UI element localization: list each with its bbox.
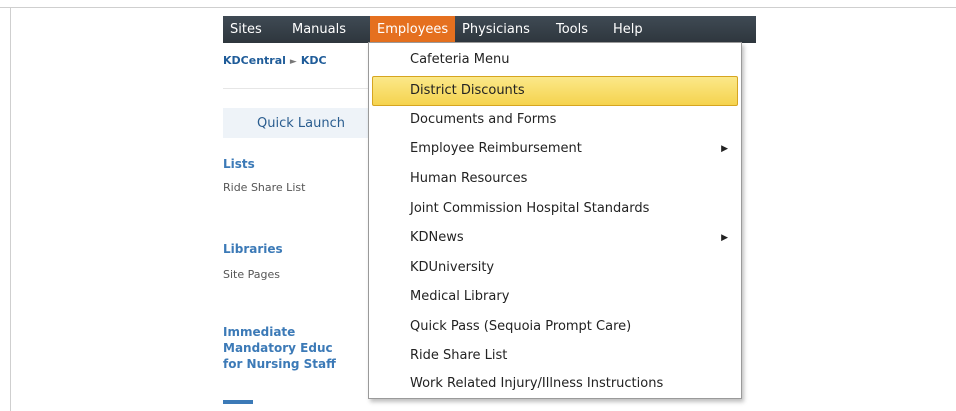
quick-launch-next-heading-cut [223, 400, 253, 404]
nav-help[interactable]: Help [606, 16, 650, 43]
employees-dropdown-menu: Cafeteria Menu District Discounts Docume… [368, 42, 742, 399]
nav-employees[interactable]: Employees [370, 16, 456, 43]
quick-launch-lists-heading[interactable]: Lists [223, 157, 255, 171]
window-border-top [0, 7, 956, 8]
menu-item-label: Human Resources [410, 171, 528, 186]
top-navigation-bar: Sites Manuals Employees Physicians Tools… [223, 16, 756, 43]
menu-item-medical-library[interactable]: Medical Library [369, 282, 741, 312]
quick-launch-title: Quick Launch [257, 116, 345, 131]
menu-item-label: Employee Reimbursement [410, 141, 582, 156]
menu-item-district-discounts[interactable]: District Discounts [372, 76, 738, 106]
menu-item-label: KDNews [410, 230, 464, 245]
nav-tools[interactable]: Tools [549, 16, 595, 43]
quick-launch-site-pages-link[interactable]: Site Pages [223, 268, 280, 281]
breadcrumb-separator-icon: ► [289, 57, 297, 67]
menu-item-label: Documents and Forms [410, 112, 557, 127]
nav-physicians[interactable]: Physicians [455, 16, 537, 43]
menu-item-kduniversity[interactable]: KDUniversity [369, 253, 741, 283]
menu-item-human-resources[interactable]: Human Resources [369, 164, 741, 194]
menu-item-label: KDUniversity [410, 260, 495, 275]
submenu-arrow-icon: ▶ [721, 144, 728, 154]
immediate-line-2: Mandatory Educ [223, 341, 333, 355]
menu-item-label: Ride Share List [410, 348, 508, 363]
nav-manuals[interactable]: Manuals [285, 16, 353, 43]
menu-item-ride-share-list[interactable]: Ride Share List [369, 341, 741, 371]
menu-item-label: Work Related Injury/Illness Instructions [410, 376, 664, 391]
quick-launch-libraries-heading[interactable]: Libraries [223, 242, 283, 256]
menu-item-label: District Discounts [410, 83, 525, 98]
breadcrumb-current-link[interactable]: KDC [301, 54, 327, 67]
nav-sites[interactable]: Sites [223, 16, 269, 43]
window-border-left [10, 7, 11, 411]
breadcrumb: KDCentral ► KDC [223, 54, 327, 67]
menu-item-cafeteria-menu[interactable]: Cafeteria Menu [369, 45, 741, 75]
menu-item-kdnews[interactable]: KDNews ▶ [369, 223, 741, 253]
menu-item-work-related-injury[interactable]: Work Related Injury/Illness Instructions [369, 369, 741, 399]
submenu-arrow-icon: ▶ [721, 233, 728, 243]
quick-launch-immediate-education-link[interactable]: Immediate Mandatory Educ for Nursing Sta… [223, 324, 336, 372]
breadcrumb-root-link[interactable]: KDCentral [223, 54, 286, 67]
menu-item-quick-pass[interactable]: Quick Pass (Sequoia Prompt Care) [369, 312, 741, 342]
menu-item-documents-and-forms[interactable]: Documents and Forms [369, 105, 741, 135]
menu-item-label: Cafeteria Menu [410, 52, 510, 67]
quick-launch-ride-share-link[interactable]: Ride Share List [223, 181, 305, 194]
menu-item-label: Joint Commission Hospital Standards [410, 201, 650, 216]
immediate-line-3: for Nursing Staff [223, 357, 336, 371]
immediate-line-1: Immediate [223, 325, 296, 339]
menu-item-label: Quick Pass (Sequoia Prompt Care) [410, 319, 632, 334]
menu-item-joint-commission[interactable]: Joint Commission Hospital Standards [369, 194, 741, 224]
menu-item-label: Medical Library [410, 289, 510, 304]
menu-item-employee-reimbursement[interactable]: Employee Reimbursement ▶ [369, 134, 741, 164]
divider [223, 88, 368, 89]
